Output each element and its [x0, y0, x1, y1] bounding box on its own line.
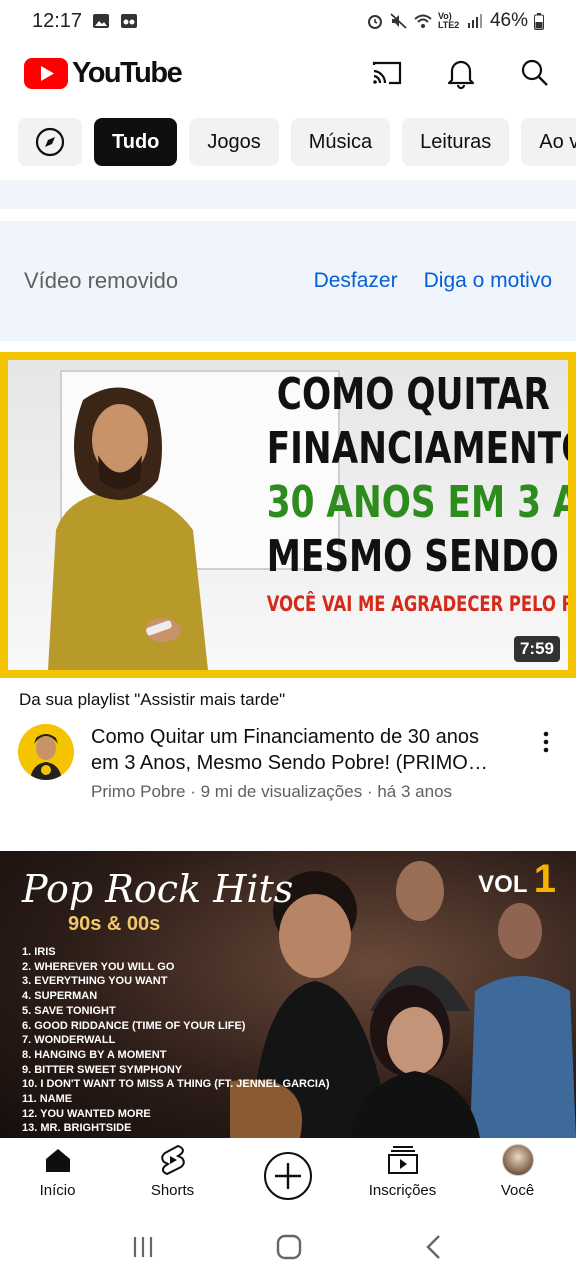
- thumbnail-line-1: COMO QUITAR: [276, 369, 550, 420]
- nav-you[interactable]: Você: [460, 1138, 575, 1214]
- video-metadata: Primo Pobre · 9 mi de visualizações · há…: [91, 782, 501, 802]
- track-item: 2. WHEREVER YOU WILL GO: [22, 960, 175, 973]
- video-removed-notice: Vídeo removido Desfazer Diga o motivo: [0, 221, 576, 341]
- bottom-navigation: Início Shorts Inscrições Você: [0, 1138, 576, 1214]
- more-vert-icon: [543, 731, 549, 753]
- app-header: YouTube: [0, 42, 576, 104]
- nav-you-label: Você: [500, 1182, 535, 1199]
- home-icon: [45, 1149, 70, 1172]
- explore-chip[interactable]: [18, 118, 82, 166]
- gallery-icon: [93, 14, 110, 28]
- status-bar: 12:17 Vo) LTE2 46%: [0, 0, 576, 42]
- logo-text: YouTube: [72, 56, 183, 89]
- signal-icon: [467, 14, 482, 28]
- nav-subscriptions[interactable]: Inscrições: [345, 1138, 460, 1214]
- track-item: 9. BITTER SWEET SYMPHONY: [22, 1063, 183, 1076]
- track-item: 13. MR. BRIGHTSIDE: [22, 1122, 132, 1135]
- alarm-icon: [367, 15, 382, 29]
- voicemail-icon: [121, 14, 138, 28]
- thumbnail-line-3: 30 ANOS EM 3 ANOS: [266, 477, 568, 528]
- user-avatar: [501, 1144, 534, 1176]
- video-thumbnail-2[interactable]: Pop Rock Hits 90s & 00s VOL 1 1. IRIS 2.…: [0, 851, 576, 1138]
- video-duration: 7:59: [513, 636, 560, 662]
- nav-home[interactable]: Início: [0, 1138, 115, 1214]
- chip-ao-vivo[interactable]: Ao vivo: [521, 118, 576, 166]
- battery-icon: [534, 12, 544, 30]
- chip-jogos[interactable]: Jogos: [189, 118, 279, 166]
- presenter-figure: [48, 387, 208, 670]
- chip-leituras[interactable]: Leituras: [402, 118, 510, 166]
- view-count: 9 mi de visualizações: [200, 782, 363, 801]
- thumbnail-line-2: FINANCIAMENTO DE: [266, 423, 568, 474]
- cast-icon: [372, 61, 402, 85]
- system-navigation: [0, 1214, 576, 1280]
- thumb2-volume: VOL 1: [478, 857, 556, 902]
- track-item: 5. SAVE TONIGHT: [22, 1004, 116, 1017]
- subscriptions-icon: [387, 1146, 418, 1174]
- thumb2-subtitle: 90s & 00s: [68, 913, 161, 935]
- chip-tudo[interactable]: Tudo: [94, 118, 178, 166]
- upload-age: há 3 anos: [377, 782, 453, 801]
- bell-icon: [447, 60, 475, 89]
- more-options-button[interactable]: [534, 724, 558, 760]
- track-item: 10. I DON'T WANT TO MISS A THING (FT. JE…: [22, 1078, 330, 1091]
- shorts-icon: [160, 1144, 185, 1176]
- track-item: 7. WONDERWALL: [22, 1034, 116, 1047]
- vol-number: 1: [533, 857, 556, 901]
- track-list: 1. IRIS 2. WHEREVER YOU WILL GO 3. EVERY…: [22, 945, 330, 1136]
- track-item: 3. EVERYTHING YOU WANT: [22, 975, 168, 988]
- playlist-note: Da sua playlist "Assistir mais tarde": [19, 690, 286, 709]
- meta-separator: ·: [190, 782, 196, 801]
- mute-icon: [390, 13, 407, 29]
- undo-button[interactable]: Desfazer: [314, 269, 398, 293]
- network-label: Vo) LTE2: [437, 11, 460, 30]
- status-time: 12:17: [32, 9, 83, 32]
- channel-avatar[interactable]: [18, 724, 74, 780]
- channel-avatar-image: [18, 724, 74, 780]
- back-icon[interactable]: [423, 1234, 445, 1260]
- track-item: 4. SUPERMAN: [22, 990, 98, 1003]
- category-chips: Tudo Jogos Música Leituras Ao vivo: [0, 118, 576, 170]
- home-system-icon[interactable]: [276, 1234, 302, 1260]
- notifications-button[interactable]: [444, 56, 478, 90]
- nav-subscriptions-label: Inscrições: [368, 1182, 437, 1199]
- youtube-play-icon: [24, 57, 68, 89]
- chip-musica[interactable]: Música: [290, 118, 391, 166]
- channel-name[interactable]: Primo Pobre: [91, 782, 185, 801]
- compass-icon: [35, 127, 65, 157]
- youtube-logo[interactable]: YouTube: [24, 56, 183, 90]
- thumbnail-line-4: MESMO SENDO POBRE: [266, 531, 568, 582]
- video-thumbnail[interactable]: COMO QUITAR FINANCIAMENTO DE 30 ANOS EM …: [0, 352, 576, 678]
- track-item: 12. YOU WANTED MORE: [22, 1107, 151, 1120]
- cast-button[interactable]: [370, 56, 404, 90]
- track-item: 6. GOOD RIDDANCE (TIME OF YOUR LIFE): [22, 1019, 246, 1032]
- nav-shorts[interactable]: Shorts: [115, 1138, 230, 1214]
- tell-us-why-button[interactable]: Diga o motivo: [424, 269, 552, 293]
- thumbnail-line-5: VOCÊ VAI ME AGRADECER PELO RESTO DA VIDA…: [266, 592, 568, 616]
- track-item: 11. NAME: [22, 1093, 73, 1106]
- nav-home-label: Início: [39, 1182, 76, 1199]
- collapsed-item-strip: [0, 180, 576, 209]
- search-button[interactable]: [518, 56, 552, 90]
- track-item: 8. HANGING BY A MOMENT: [22, 1048, 167, 1061]
- recents-icon[interactable]: [131, 1235, 155, 1259]
- create-button[interactable]: [230, 1138, 345, 1214]
- thumbnail-text: COMO QUITAR FINANCIAMENTO DE 30 ANOS EM …: [266, 368, 568, 624]
- search-icon: [521, 59, 548, 86]
- removed-text: Vídeo removido: [24, 268, 179, 293]
- thumb2-title: Pop Rock Hits: [22, 867, 294, 911]
- video-title[interactable]: Como Quitar um Financiamento de 30 anos …: [91, 724, 501, 776]
- vol-label: VOL: [478, 871, 528, 898]
- battery-percent: 46%: [489, 10, 528, 31]
- video-info[interactable]: Como Quitar um Financiamento de 30 anos …: [18, 724, 558, 802]
- meta-separator: ·: [366, 782, 373, 801]
- nav-shorts-label: Shorts: [150, 1182, 195, 1199]
- plus-circle-icon: [263, 1152, 312, 1200]
- track-item: 1. IRIS: [22, 946, 56, 958]
- wifi-icon: [414, 14, 432, 28]
